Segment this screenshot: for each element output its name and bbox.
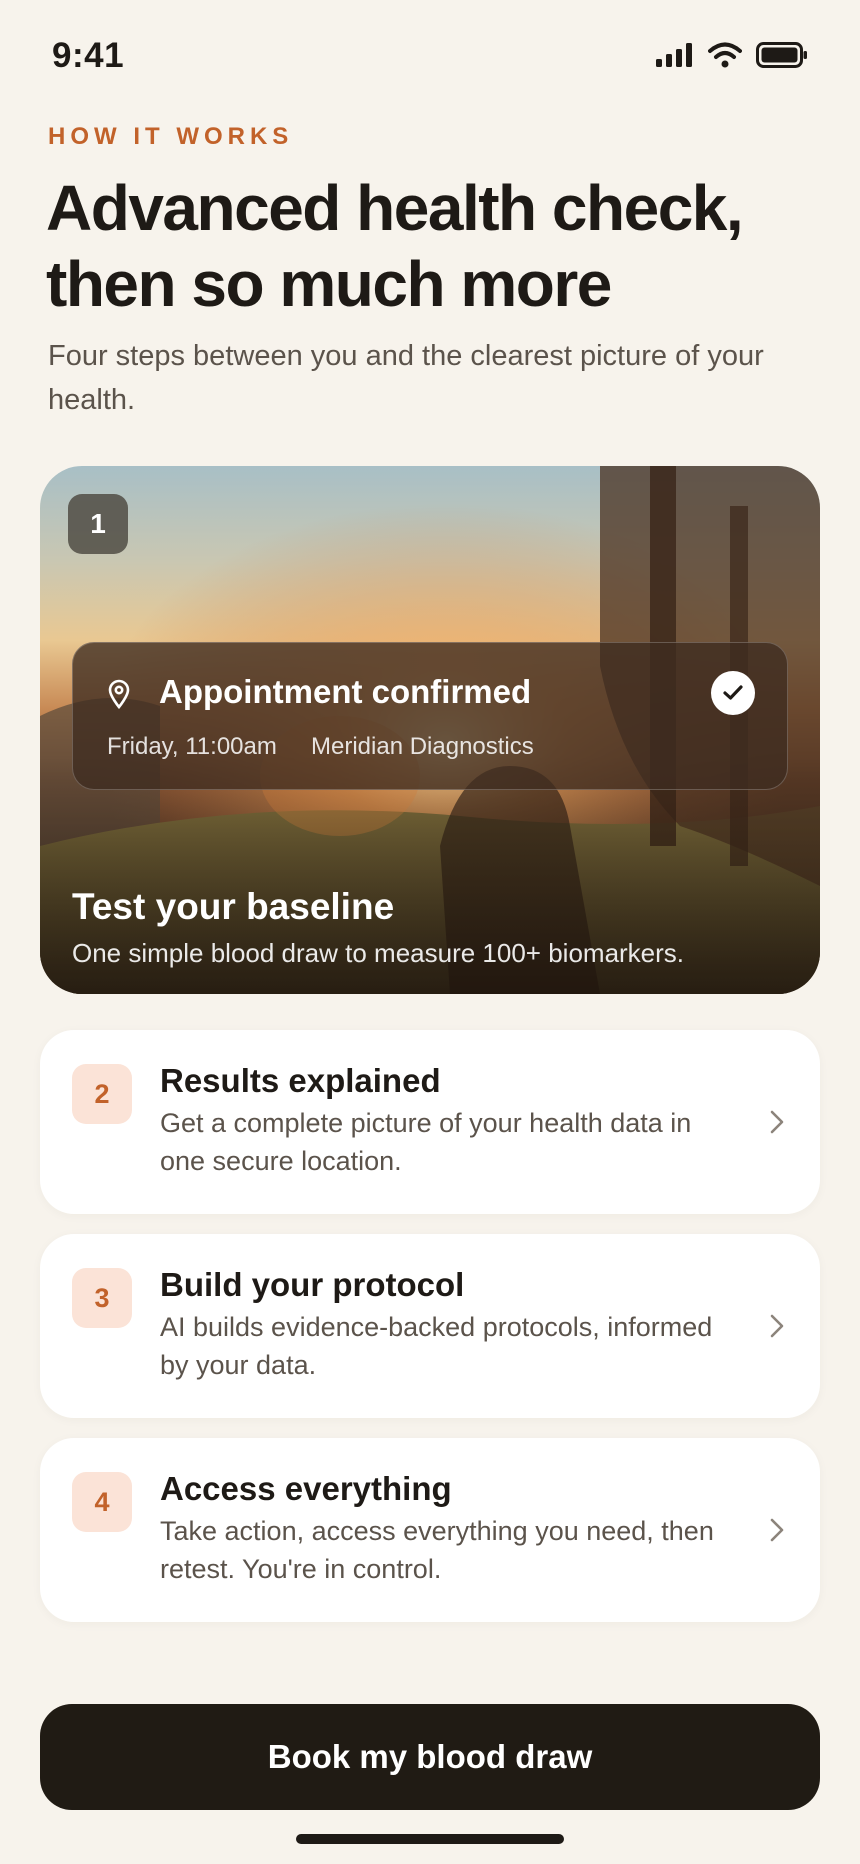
step-card-2[interactable]: 2 Results explained Get a complete pictu… [40, 1030, 820, 1214]
step-description: One simple blood draw to measure 100+ bi… [72, 938, 685, 968]
home-indicator[interactable] [296, 1834, 564, 1844]
step-card-1[interactable]: 1 Appointment confirmed Friday, 11:00am … [40, 466, 820, 994]
status-icons [656, 42, 808, 68]
status-bar: 9:41 [0, 0, 860, 112]
step-number-badge: 3 [72, 1268, 132, 1328]
step-number-badge: 4 [72, 1472, 132, 1532]
signal-icon [656, 43, 694, 67]
appointment-location: Meridian Diagnostics [311, 733, 534, 760]
check-icon [711, 671, 755, 715]
step-title: Results explained [160, 1062, 441, 1099]
step-title: Test your baseline [72, 886, 395, 927]
chevron-right-icon [770, 1314, 784, 1343]
battery-icon [756, 42, 808, 68]
step-card-4[interactable]: 4 Access everything Take action, access … [40, 1438, 820, 1622]
chevron-right-icon [770, 1110, 784, 1139]
step-title: Access everything [160, 1470, 452, 1507]
wifi-icon [708, 42, 742, 68]
step-card-3[interactable]: 3 Build your protocol AI builds evidence… [40, 1234, 820, 1418]
location-pin-icon [107, 679, 131, 714]
book-blood-draw-button[interactable]: Book my blood draw [40, 1704, 820, 1810]
page-title: Advanced health check, then so much more [46, 172, 744, 320]
appointment-title: Appointment confirmed [159, 673, 532, 710]
chevron-right-icon [770, 1518, 784, 1547]
page-subtitle: Four steps between you and the clearest … [48, 340, 764, 416]
step-description: AI builds evidence-backed protocols, inf… [160, 1312, 713, 1380]
step-description: Get a complete picture of your health da… [160, 1108, 692, 1176]
step-number-badge: 1 [68, 494, 128, 554]
status-time: 9:41 [52, 36, 125, 75]
appointment-time: Friday, 11:00am [107, 733, 277, 760]
section-eyebrow: HOW IT WORKS [48, 123, 294, 150]
step-number-badge: 2 [72, 1064, 132, 1124]
step-description: Take action, access everything you need,… [160, 1516, 714, 1584]
step-title: Build your protocol [160, 1266, 465, 1303]
appointment-confirmation-card: Appointment confirmed Friday, 11:00am Me… [72, 642, 788, 790]
